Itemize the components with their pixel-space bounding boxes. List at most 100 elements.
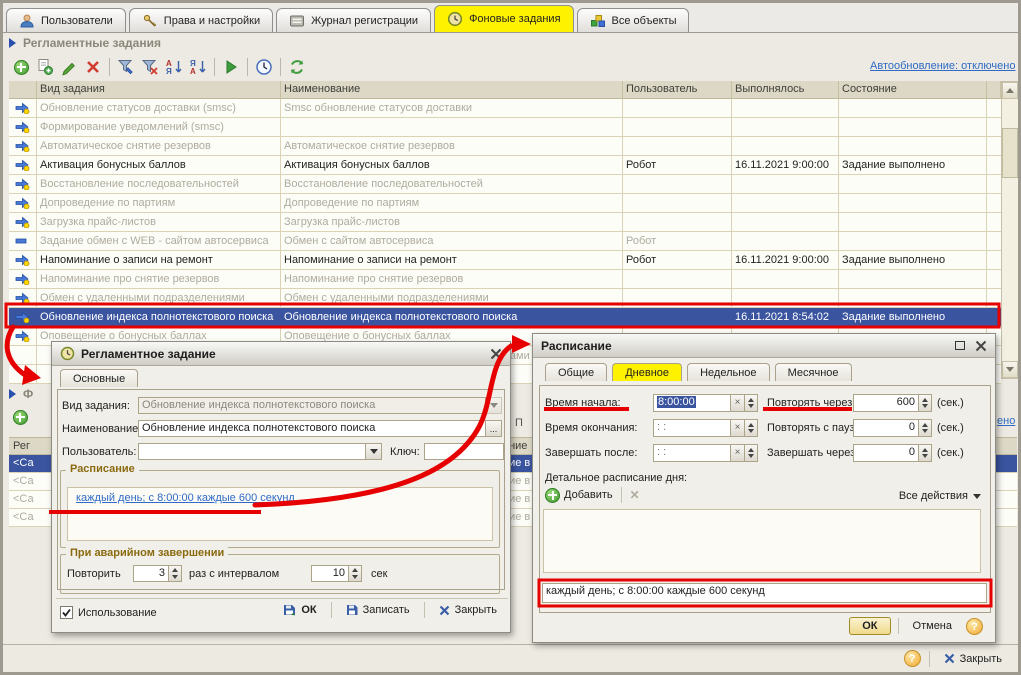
pause-field[interactable]: 0: [853, 419, 919, 437]
cancel-button[interactable]: Отмена: [906, 618, 959, 634]
job-user-cell[interactable]: [623, 270, 732, 288]
repeat-field[interactable]: 600: [853, 394, 919, 412]
table-row[interactable]: Формирование уведомлений (smsc): [9, 118, 1001, 137]
scroll-down-button[interactable]: [1002, 361, 1018, 378]
finish-in-field[interactable]: 0: [853, 444, 919, 462]
repeat-spinner[interactable]: [919, 394, 932, 412]
table-scrollbar[interactable]: [1001, 81, 1019, 379]
task-dialog-titlebar[interactable]: Регламентное задание: [52, 342, 510, 366]
job-ran-cell[interactable]: 16.11.2021 8:54:02: [732, 308, 839, 326]
job-name-cell[interactable]: Автоматическое снятие резервов: [281, 137, 623, 155]
job-kind-cell[interactable]: Активация бонусных баллов: [37, 156, 281, 174]
column-header-ran[interactable]: Выполнялось: [732, 81, 839, 98]
job-state-cell[interactable]: [839, 118, 987, 136]
job-user-cell[interactable]: [623, 137, 732, 155]
job-name-cell[interactable]: Обмен с сайтом автосервиса: [281, 232, 623, 250]
tab-main[interactable]: Основные: [60, 369, 138, 387]
finish-after-spinner[interactable]: [745, 444, 758, 462]
maximize-icon[interactable]: [955, 341, 965, 350]
tab-users[interactable]: Пользователи: [6, 8, 126, 32]
add-row-button[interactable]: Добавить: [545, 488, 613, 503]
edit-button[interactable]: [57, 56, 81, 78]
user-field[interactable]: [138, 443, 366, 460]
job-ran-cell[interactable]: 16.11.2021 9:00:00: [732, 251, 839, 269]
filter-clear-button[interactable]: [138, 56, 162, 78]
job-user-cell[interactable]: [623, 194, 732, 212]
table-row[interactable]: Задание обмен с WEB - сайтом автосервиса…: [9, 232, 1001, 251]
job-state-cell[interactable]: Задание выполнено: [839, 251, 987, 269]
table-row[interactable]: Обновление статусов доставки (smsc) Smsc…: [9, 99, 1001, 118]
job-state-cell[interactable]: [839, 289, 987, 307]
interval-field[interactable]: 10: [311, 565, 349, 582]
clear-button[interactable]: [731, 444, 745, 462]
job-state-cell[interactable]: [839, 232, 987, 250]
table-row[interactable]: Напоминание о записи на ремонт Напоминан…: [9, 251, 1001, 270]
tab-weekly[interactable]: Недельное: [687, 363, 769, 381]
end-time-field[interactable]: : :: [653, 419, 731, 437]
job-user-cell[interactable]: [623, 308, 732, 326]
all-actions-button[interactable]: Все действия: [899, 490, 981, 502]
write-button[interactable]: Записать: [339, 602, 417, 618]
job-name-cell[interactable]: [281, 118, 623, 136]
table-row[interactable]: Загрузка прайс-листов Загрузка прайс-лис…: [9, 213, 1001, 232]
copy-button[interactable]: [33, 56, 57, 78]
column-header-state[interactable]: Состояние: [839, 81, 987, 98]
schedule-link[interactable]: каждый день; с 8:00:00 каждые 600 секунд: [76, 492, 295, 504]
ok-button[interactable]: ОК: [276, 602, 323, 618]
job-ran-cell[interactable]: 16.11.2021 9:00:00: [732, 156, 839, 174]
pause-spinner[interactable]: [919, 419, 932, 437]
tab-monthly[interactable]: Месячное: [775, 363, 852, 381]
job-state-cell[interactable]: [839, 99, 987, 117]
name-more-button[interactable]: ...: [486, 420, 502, 437]
job-ran-cell[interactable]: [732, 270, 839, 288]
scheduled-jobs-section-header[interactable]: Регламентные задания: [9, 36, 161, 50]
job-kind-cell[interactable]: Обмен с удаленными подразделениями: [37, 289, 281, 307]
column-header-user[interactable]: Пользователь: [623, 81, 732, 98]
job-name-cell[interactable]: Напоминание про снятие резервов: [281, 270, 623, 288]
job-user-cell[interactable]: Робот: [623, 251, 732, 269]
job-user-cell[interactable]: Робот: [623, 156, 732, 174]
job-state-cell[interactable]: [839, 213, 987, 231]
job-state-cell[interactable]: [839, 137, 987, 155]
tab-background-jobs[interactable]: Фоновые задания: [434, 5, 573, 32]
table-row[interactable]: Обмен с удаленными подразделениями Обмен…: [9, 289, 1001, 308]
job-ran-cell[interactable]: [732, 194, 839, 212]
run-button[interactable]: [219, 56, 243, 78]
table-row[interactable]: Допроведение по партиям Допроведение по …: [9, 194, 1001, 213]
column-header-name[interactable]: Наименование: [281, 81, 623, 98]
scroll-up-button[interactable]: [1002, 82, 1018, 99]
job-kind-cell[interactable]: Автоматическое снятие резервов: [37, 137, 281, 155]
job-kind-cell[interactable]: Загрузка прайс-листов: [37, 213, 281, 231]
close-icon[interactable]: [975, 340, 987, 352]
tab-daily[interactable]: Дневное: [612, 363, 682, 381]
help-button[interactable]: ?: [904, 650, 921, 667]
ok-button[interactable]: ОК: [849, 617, 890, 635]
finish-after-field[interactable]: : :: [653, 444, 731, 462]
table-row[interactable]: Обновление индекса полнотекстового поиск…: [9, 308, 1001, 327]
job-name-cell[interactable]: Допроведение по партиям: [281, 194, 623, 212]
background-jobs-section-header[interactable]: Ф: [9, 387, 33, 401]
job-state-cell[interactable]: Задание выполнено: [839, 156, 987, 174]
scrollbar-thumb[interactable]: [1002, 128, 1018, 178]
sort-asc-button[interactable]: АЯ: [162, 56, 186, 78]
job-user-cell[interactable]: [623, 213, 732, 231]
name-field[interactable]: Обновление индекса полнотекстового поиск…: [138, 420, 486, 437]
clear-button[interactable]: [731, 419, 745, 437]
job-state-cell[interactable]: Задание выполнено: [839, 308, 987, 326]
table-row[interactable]: Активация бонусных баллов Активация бону…: [9, 156, 1001, 175]
table-row[interactable]: Восстановление последовательностей Восст…: [9, 175, 1001, 194]
job-kind-cell[interactable]: Восстановление последовательностей: [37, 175, 281, 193]
job-name-cell[interactable]: Напоминание о записи на ремонт: [281, 251, 623, 269]
job-kind-cell[interactable]: Напоминание о записи на ремонт: [37, 251, 281, 269]
start-time-field[interactable]: 8:00:00: [653, 394, 731, 412]
job-name-cell[interactable]: Smsc обновление статусов доставки: [281, 99, 623, 117]
job-kind-cell[interactable]: Обновление статусов доставки (smsc): [37, 99, 281, 117]
column-header-kind[interactable]: Вид задания: [37, 81, 281, 98]
retry-field[interactable]: 3: [133, 565, 169, 582]
autorefresh-link[interactable]: Автообновление: отключено: [870, 60, 1015, 72]
tab-event-log[interactable]: Журнал регистрации: [276, 8, 431, 32]
job-ran-cell[interactable]: [732, 118, 839, 136]
usage-checkbox[interactable]: [60, 606, 73, 619]
end-time-spinner[interactable]: [745, 419, 758, 437]
key-field[interactable]: [424, 443, 504, 460]
